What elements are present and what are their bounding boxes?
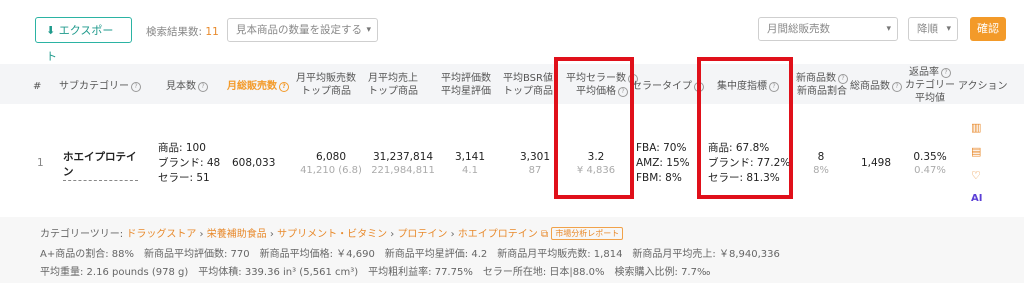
heart-icon[interactable]: ♡ xyxy=(971,169,981,182)
seller-type-fba: FBA: 70% xyxy=(636,142,687,154)
col-avg-bsr[interactable]: 平均BSR値 トップ商品 xyxy=(503,72,553,98)
ai-icon[interactable]: AI xyxy=(971,193,982,204)
avg-bsr-value: 3,301 xyxy=(519,151,551,163)
avg-sales-top-value: 6,080 xyxy=(315,151,347,163)
sample-brands: ブランド: 48 xyxy=(158,157,221,169)
row-index: 1 xyxy=(37,157,44,169)
col-total-products[interactable]: 総商品数? xyxy=(850,80,902,93)
avg-revenue-sub-value: 221,984,811 xyxy=(371,165,435,176)
col-action: アクション xyxy=(958,81,1008,92)
col-seller-type[interactable]: セラータイプ? xyxy=(632,80,704,93)
new-products-value: 8 xyxy=(817,151,825,163)
product-attribute-stats: 平均重量: 2.16 pounds (978 g) 平均体積: 339.36 i… xyxy=(40,267,711,278)
help-icon: ? xyxy=(941,68,951,78)
col-return-rate[interactable]: 返品率? カテゴリー 平均値 xyxy=(905,66,955,105)
col-subcategory[interactable]: サブカテゴリー? xyxy=(59,80,141,93)
col-avg-reviews[interactable]: 平均評価数 平均星評価 xyxy=(441,72,491,98)
download-icon: ⬇ xyxy=(46,24,56,37)
seller-type-amz: AMZ: 15% xyxy=(636,157,690,169)
sort-field-select[interactable]: 月間総販売数 ▾ xyxy=(758,17,898,41)
tree-item[interactable]: 栄養補助食品 xyxy=(207,229,267,240)
avg-stars-value: 4.1 xyxy=(462,165,478,176)
col-index: # xyxy=(33,81,42,92)
sort-order-select[interactable]: 降順 ▾ xyxy=(908,17,958,41)
avg-reviews-value: 3,141 xyxy=(454,151,486,163)
return-avg-value: 0.47% xyxy=(914,165,946,176)
avg-bsr-sub-value: 87 xyxy=(528,165,542,176)
tree-item[interactable]: サプリメント・ビタミン xyxy=(277,229,387,240)
help-icon: ? xyxy=(131,82,141,92)
monthly-sales-value: 608,033 xyxy=(232,157,276,169)
highlight-avg-sellers xyxy=(554,57,634,199)
tree-item[interactable]: ホエイプロテイン xyxy=(458,229,538,240)
tree-item[interactable]: ドラッグストア xyxy=(126,229,196,240)
result-count-label: 検索結果数: 11 xyxy=(146,26,219,38)
col-new-products[interactable]: 新商品数? 新商品割合 xyxy=(796,72,848,98)
seller-type-fbm: FBM: 8% xyxy=(636,172,682,184)
tree-item[interactable]: プロテイン xyxy=(397,229,447,240)
avg-revenue-top-value: 31,237,814 xyxy=(372,151,434,163)
help-icon: ? xyxy=(279,82,289,92)
help-icon: ? xyxy=(892,82,902,92)
col-avg-sales-top[interactable]: 月平均販売数 トップ商品 xyxy=(296,72,356,98)
col-monthly-sales[interactable]: 月総販売数? xyxy=(227,80,289,93)
highlight-concentration xyxy=(697,57,793,199)
col-avg-revenue-top[interactable]: 月平均売上 トップ商品 xyxy=(368,72,418,98)
new-product-stats: A+商品の割合: 88% 新商品平均評価数: 770 新商品平均価格: ￥4,6… xyxy=(40,249,780,260)
chart-icon[interactable]: ▥ xyxy=(971,121,981,134)
chevron-down-icon: ▾ xyxy=(886,24,891,34)
sample-products: 商品: 100 xyxy=(158,142,206,154)
sample-sellers: セラー: 51 xyxy=(158,172,210,184)
copy-icon[interactable]: ⧉ xyxy=(541,229,548,240)
return-rate-value: 0.35% xyxy=(913,151,947,163)
help-icon: ? xyxy=(198,82,208,92)
col-sample[interactable]: 見本数? xyxy=(166,80,208,93)
document-icon[interactable]: ▤ xyxy=(971,145,981,158)
chevron-down-icon: ▾ xyxy=(946,24,951,34)
export-button[interactable]: ⬇ エクスポート xyxy=(35,17,132,63)
market-report-badge[interactable]: 市場分析レポート xyxy=(551,227,624,240)
total-products-value: 1,498 xyxy=(860,157,892,169)
sample-count-select[interactable]: 見本商品の数量を設定する ▾ xyxy=(227,18,378,42)
new-ratio-value: 8% xyxy=(813,165,829,176)
chevron-down-icon: ▾ xyxy=(366,25,371,35)
confirm-button[interactable]: 確認 xyxy=(970,17,1006,41)
result-count: 11 xyxy=(205,26,219,38)
subcategory-link[interactable]: ホエイプロテイン xyxy=(63,150,138,181)
avg-sales-sub-value: 41,210 (6.8) xyxy=(300,165,362,176)
help-icon: ? xyxy=(838,74,848,84)
category-tree: カテゴリーツリー: ドラッグストア › 栄養補助食品 › サプリメント・ビタミン… xyxy=(40,225,624,240)
